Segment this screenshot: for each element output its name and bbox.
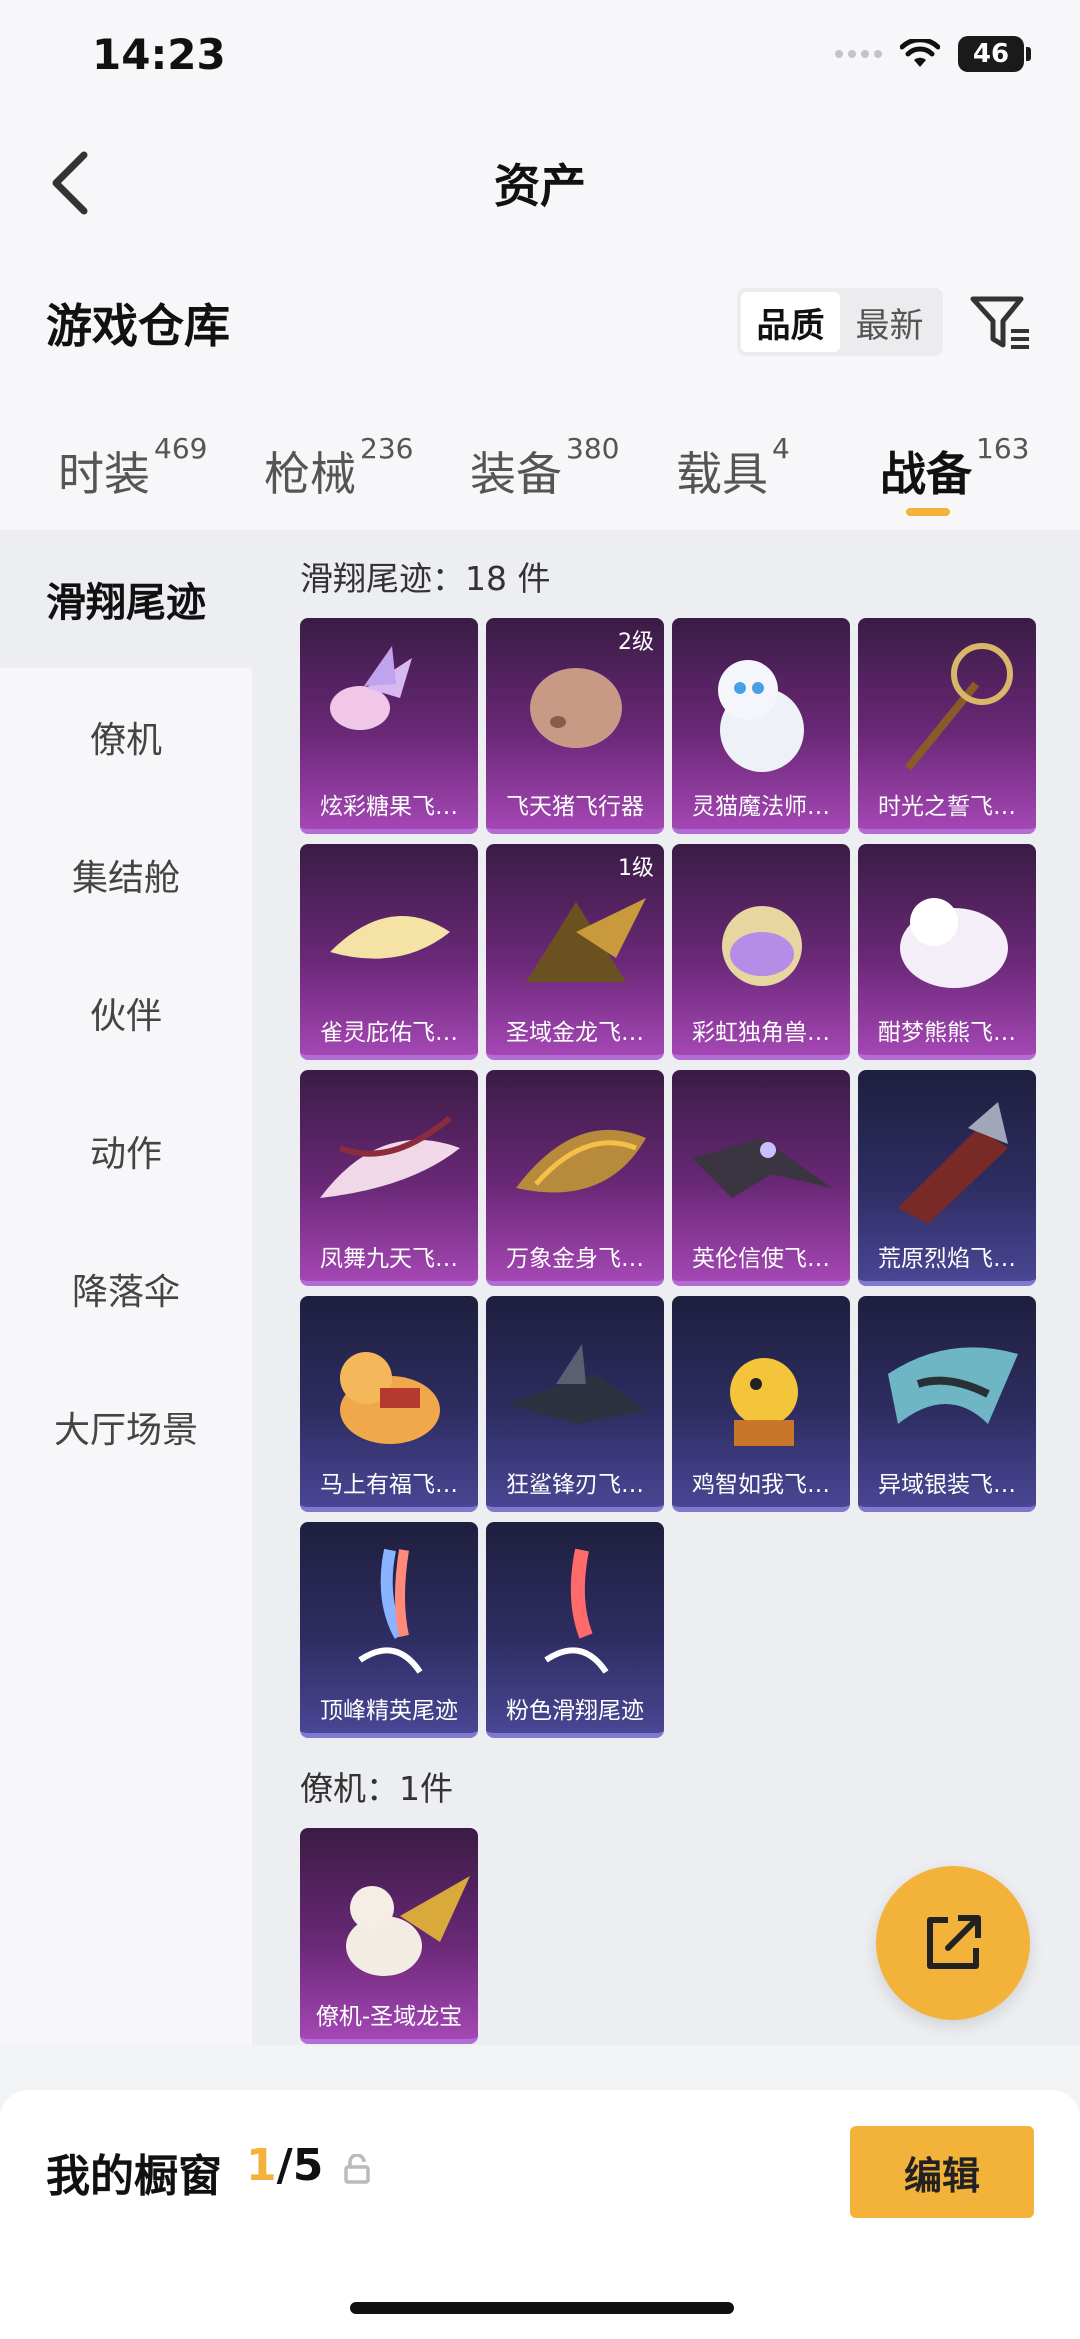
item-artwork xyxy=(300,1846,478,1994)
wifi-icon xyxy=(900,39,940,67)
category-sidebar: 滑翔尾迹 僚机 集结舱 伙伴 动作 降落伞 大厅场景 xyxy=(0,530,252,2045)
sort-latest-button[interactable]: 最新 xyxy=(840,292,939,352)
signal-icon xyxy=(835,50,882,58)
item-name: 狂鲨锋刃飞… xyxy=(506,1472,644,1498)
item-card[interactable]: 马上有福飞… xyxy=(300,1296,478,1512)
item-name: 顶峰精英尾迹 xyxy=(320,1698,458,1724)
item-level-badge: 2级 xyxy=(618,630,654,655)
sidebar-item-rally-pod[interactable]: 集结舱 xyxy=(0,806,252,944)
item-artwork xyxy=(300,1314,478,1462)
tab-battle-gear[interactable]: 战备 163 xyxy=(880,432,1029,504)
item-card[interactable]: 狂鲨锋刃飞… xyxy=(486,1296,664,1512)
filter-icon xyxy=(970,296,1029,349)
sidebar-item-glide-trail[interactable]: 滑翔尾迹 xyxy=(0,530,252,668)
status-indicators: 46 xyxy=(835,36,1031,72)
active-tab-indicator xyxy=(906,508,950,516)
item-card[interactable]: 酣梦熊熊飞… xyxy=(858,844,1036,1060)
item-name: 酣梦熊熊飞… xyxy=(878,1020,1016,1046)
item-artwork xyxy=(486,1314,664,1462)
item-card[interactable]: 僚机-圣域龙宝 xyxy=(300,1828,478,2044)
item-name: 彩虹独角兽… xyxy=(692,1020,830,1046)
item-name: 时光之誓飞… xyxy=(878,794,1016,820)
item-artwork xyxy=(300,862,478,1010)
item-artwork xyxy=(486,1088,664,1236)
group-title-glide-trail: 滑翔尾迹：18 件 xyxy=(300,559,551,598)
item-card[interactable]: 雀灵庇佑飞… xyxy=(300,844,478,1060)
item-artwork xyxy=(858,1314,1036,1462)
item-artwork xyxy=(300,636,478,784)
edit-button[interactable]: 编辑 xyxy=(850,2126,1034,2218)
item-artwork xyxy=(486,1540,664,1688)
showcase-bar: 我的橱窗 1/5 编辑 xyxy=(0,2090,1080,2339)
item-card[interactable]: 凤舞九天飞… xyxy=(300,1070,478,1286)
status-bar: 14:23 46 xyxy=(0,0,1080,110)
item-card[interactable]: 灵猫魔法师… xyxy=(672,618,850,834)
item-card[interactable]: 1级圣域金龙飞… xyxy=(486,844,664,1060)
item-card[interactable]: 2级飞天猪飞行器 xyxy=(486,618,664,834)
showcase-count: 1/5 xyxy=(246,2140,324,2191)
page-header: 资产 xyxy=(0,110,1080,250)
item-artwork xyxy=(672,636,850,784)
page-title: 资产 xyxy=(494,159,586,213)
item-card[interactable]: 万象金身飞… xyxy=(486,1070,664,1286)
tab-fashion[interactable]: 时装 469 xyxy=(58,432,207,504)
sidebar-item-partner[interactable]: 伙伴 xyxy=(0,944,252,1082)
item-artwork xyxy=(672,1088,850,1236)
item-name: 荒原烈焰飞… xyxy=(878,1246,1016,1272)
tab-vehicles[interactable]: 载具 4 xyxy=(676,432,790,504)
home-indicator xyxy=(350,2302,734,2314)
item-name: 万象金身飞… xyxy=(506,1246,644,1272)
item-artwork xyxy=(858,636,1036,784)
item-card[interactable]: 荒原烈焰飞… xyxy=(858,1070,1036,1286)
sort-toggle: 品质 最新 xyxy=(737,288,943,356)
item-name: 鸡智如我飞… xyxy=(692,1472,830,1498)
item-card[interactable]: 异域银装飞… xyxy=(858,1296,1036,1512)
share-button[interactable] xyxy=(876,1866,1030,2020)
item-artwork xyxy=(300,1540,478,1688)
sidebar-item-lobby-scene[interactable]: 大厅场景 xyxy=(0,1358,252,1496)
item-name: 炫彩糖果飞… xyxy=(320,794,458,820)
filter-button[interactable] xyxy=(966,288,1036,358)
item-name: 僚机-圣域龙宝 xyxy=(315,2004,463,2030)
item-name: 马上有福飞… xyxy=(320,1472,458,1498)
item-artwork xyxy=(858,1088,1036,1236)
tab-firearms[interactable]: 枪械 236 xyxy=(264,432,413,504)
share-icon xyxy=(927,1915,981,1969)
section-title: 游戏仓库 xyxy=(46,299,230,353)
item-name: 灵猫魔法师… xyxy=(692,794,830,820)
item-artwork xyxy=(672,1314,850,1462)
item-artwork xyxy=(858,862,1036,1010)
item-name: 凤舞九天飞… xyxy=(320,1246,458,1272)
item-card[interactable]: 时光之誓飞… xyxy=(858,618,1036,834)
item-artwork xyxy=(672,862,850,1010)
status-time: 14:23 xyxy=(92,30,226,79)
item-grid-area: 滑翔尾迹：18 件 炫彩糖果飞… 2级 飞天猪飞行器 灵猫魔法师… 时光之誓飞… 雀灵庇佑… xyxy=(252,530,1080,2045)
item-name: 雀灵庇佑飞… xyxy=(320,1020,458,1046)
item-name: 英伦信使飞… xyxy=(692,1246,830,1272)
item-artwork xyxy=(300,1088,478,1236)
showcase-label: 我的橱窗 xyxy=(46,2151,222,2202)
tab-equipment[interactable]: 装备 380 xyxy=(470,432,619,504)
item-card[interactable]: 鸡智如我飞… xyxy=(672,1296,850,1512)
sidebar-item-parachute[interactable]: 降落伞 xyxy=(0,1220,252,1358)
item-card[interactable]: 粉色滑翔尾迹 xyxy=(486,1522,664,1738)
item-name: 异域银装飞… xyxy=(878,1472,1016,1498)
sidebar-item-emote[interactable]: 动作 xyxy=(0,1082,252,1220)
sort-quality-button[interactable]: 品质 xyxy=(741,292,840,352)
item-card[interactable]: 英伦信使飞… xyxy=(672,1070,850,1286)
item-card[interactable]: 顶峰精英尾迹 xyxy=(300,1522,478,1738)
item-name: 粉色滑翔尾迹 xyxy=(506,1698,644,1724)
item-card[interactable]: 炫彩糖果飞… xyxy=(300,618,478,834)
battery-indicator: 46 xyxy=(958,36,1031,72)
item-level-badge: 1级 xyxy=(618,856,654,881)
item-name: 飞天猪飞行器 xyxy=(506,794,644,820)
sidebar-item-wingman[interactable]: 僚机 xyxy=(0,668,252,806)
item-artwork xyxy=(486,862,664,1010)
item-name: 圣域金龙飞… xyxy=(506,1020,644,1046)
group-title-wingman: 僚机：1件 xyxy=(300,1769,453,1808)
lock-icon xyxy=(344,2154,370,2184)
section-header: 游戏仓库 品质 最新 xyxy=(0,250,1080,400)
item-artwork xyxy=(486,636,664,784)
item-card[interactable]: 彩虹独角兽… xyxy=(672,844,850,1060)
